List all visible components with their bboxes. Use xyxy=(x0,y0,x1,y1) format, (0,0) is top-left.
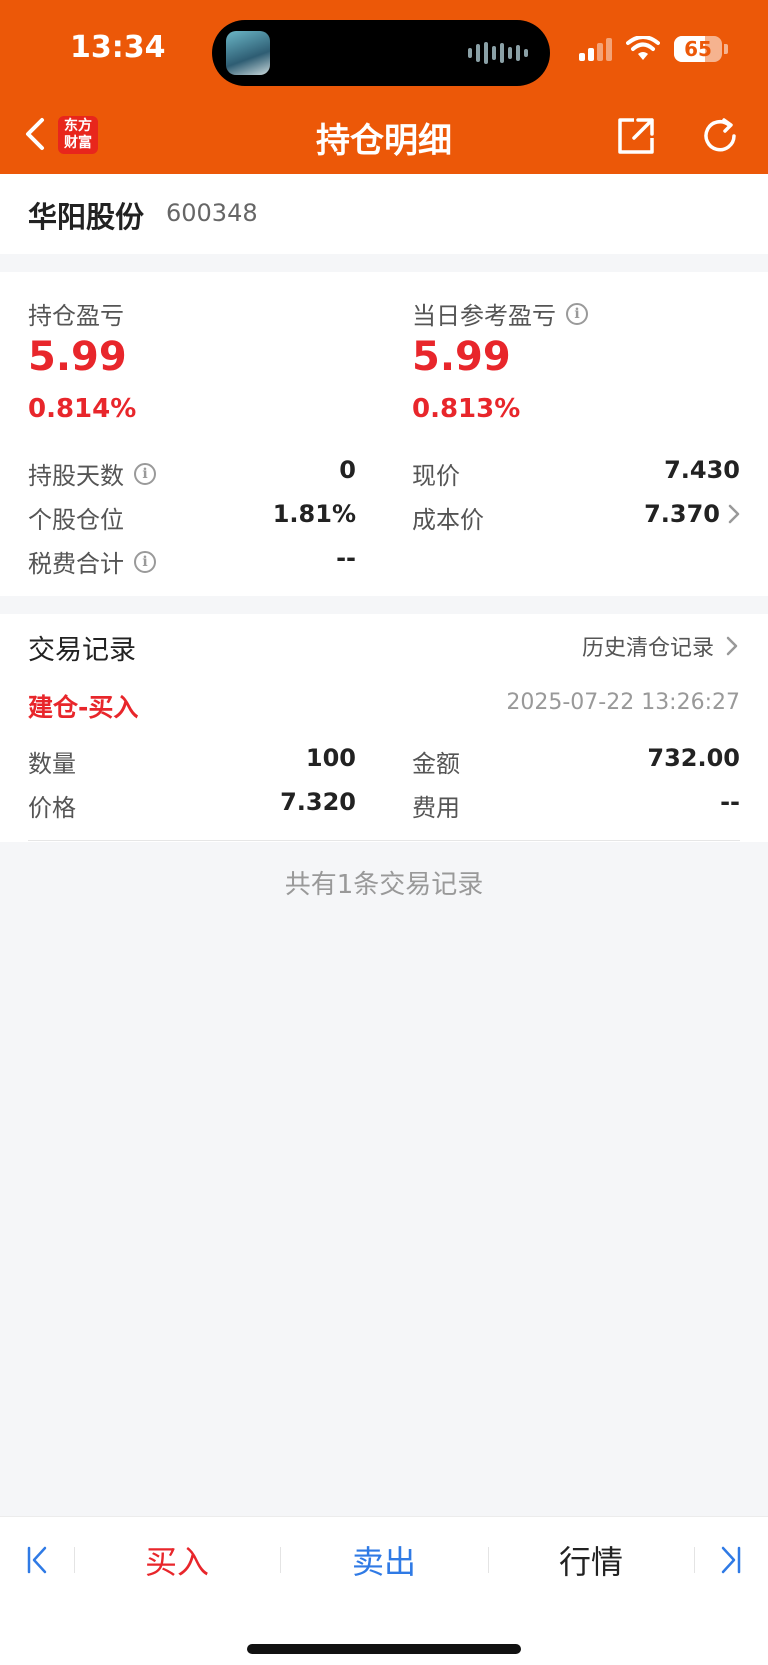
trade-price-label: 价格 xyxy=(28,794,76,822)
home-indicator-area xyxy=(0,1602,768,1665)
tax-fee-row: 税费合计 i -- xyxy=(28,544,356,578)
holding-pnl-label: 持仓盈亏 xyxy=(28,296,124,331)
buy-button[interactable]: 买入 xyxy=(74,1517,280,1603)
battery-percentage: 65 xyxy=(684,37,712,61)
trade-records-card: 交易记录 历史清仓记录 建仓-买入 2025-07-22 13:26:27 数量… xyxy=(0,614,768,842)
next-stock-button[interactable] xyxy=(694,1517,768,1603)
cost-price-label: 成本价 xyxy=(412,506,484,534)
daily-pnl-percent: 0.813% xyxy=(412,394,521,424)
refresh-icon[interactable] xyxy=(700,116,740,156)
stock-code: 600348 xyxy=(166,199,258,227)
holding-days-row: 持股天数 i 0 xyxy=(28,456,356,490)
pnl-card: 持仓盈亏 5.99 0.814% 当日参考盈亏 i 5.99 0.813% 持股… xyxy=(0,272,768,596)
info-icon[interactable]: i xyxy=(134,462,156,485)
share-icon[interactable] xyxy=(616,116,656,156)
daily-pnl-label: 当日参考盈亏 i xyxy=(412,296,588,331)
trade-quantity-label: 数量 xyxy=(28,750,76,778)
dynamic-island[interactable] xyxy=(212,20,550,86)
trade-fee-label: 费用 xyxy=(412,794,460,822)
bottom-action-bar: 买入 卖出 行情 xyxy=(0,1516,768,1602)
trade-quantity-row: 数量 100 xyxy=(28,744,356,778)
audio-waveform-icon xyxy=(468,42,528,64)
position-ratio-label: 个股仓位 xyxy=(28,506,124,534)
info-icon[interactable]: i xyxy=(566,302,588,325)
trade-amount-label: 金额 xyxy=(412,750,460,778)
chevron-right-icon xyxy=(728,504,740,524)
quote-button[interactable]: 行情 xyxy=(488,1517,694,1603)
stock-header: 华阳股份 600348 xyxy=(0,174,768,254)
sell-button[interactable]: 卖出 xyxy=(280,1517,488,1603)
trade-fee-row: 费用 -- xyxy=(412,788,740,822)
chevron-right-icon xyxy=(726,636,738,656)
app-header: 13:34 65 东方 财富 持仓明细 xyxy=(0,0,768,174)
holding-days-label: 持股天数 xyxy=(28,462,124,490)
skip-last-icon xyxy=(721,1546,741,1574)
daily-pnl-label-text: 当日参考盈亏 xyxy=(412,302,556,330)
stock-name: 华阳股份 xyxy=(28,200,145,234)
previous-stock-button[interactable] xyxy=(0,1517,74,1603)
cost-price-row[interactable]: 成本价 7.370 xyxy=(412,500,740,534)
cost-price-value-wrap: 7.370 xyxy=(644,500,740,528)
divider xyxy=(28,840,740,841)
trade-price-value: 7.320 xyxy=(280,788,356,816)
wifi-icon xyxy=(626,36,660,60)
battery-icon: 65 xyxy=(674,36,728,62)
trade-fee-value: -- xyxy=(720,788,740,816)
status-time: 13:34 xyxy=(70,30,166,65)
home-indicator[interactable] xyxy=(247,1644,521,1654)
cellular-signal-icon xyxy=(579,37,612,61)
trade-amount-value: 732.00 xyxy=(647,744,740,772)
trade-type: 建仓-买入 xyxy=(28,693,139,722)
now-playing-thumbnail xyxy=(226,31,270,75)
skip-first-icon xyxy=(27,1546,47,1574)
current-price-value: 7.430 xyxy=(664,456,740,484)
trade-price-row: 价格 7.320 xyxy=(28,788,356,822)
trade-record-count: 共有1条交易记录 xyxy=(284,870,484,900)
current-price-label: 现价 xyxy=(412,462,460,490)
status-icons: 65 xyxy=(579,36,728,62)
daily-pnl-value: 5.99 xyxy=(412,334,511,380)
holding-pnl-label-text: 持仓盈亏 xyxy=(28,302,124,330)
trade-records-title: 交易记录 xyxy=(28,635,136,666)
info-icon[interactable]: i xyxy=(134,550,156,573)
trade-quantity-value: 100 xyxy=(305,744,356,772)
tax-fee-value: -- xyxy=(336,544,356,572)
current-price-row: 现价 7.430 xyxy=(412,456,740,490)
tax-fee-label: 税费合计 xyxy=(28,550,124,578)
holding-days-value: 0 xyxy=(339,456,356,484)
cost-price-value: 7.370 xyxy=(644,500,720,528)
position-ratio-value: 1.81% xyxy=(272,500,356,528)
holding-pnl-value: 5.99 xyxy=(28,334,127,380)
position-ratio-row: 个股仓位 1.81% xyxy=(28,500,356,534)
holding-pnl-percent: 0.814% xyxy=(28,394,137,424)
history-clearance-label: 历史清仓记录 xyxy=(581,636,714,661)
trade-amount-row: 金额 732.00 xyxy=(412,744,740,778)
history-clearance-link[interactable]: 历史清仓记录 xyxy=(582,630,738,662)
trade-time: 2025-07-22 13:26:27 xyxy=(506,690,740,715)
